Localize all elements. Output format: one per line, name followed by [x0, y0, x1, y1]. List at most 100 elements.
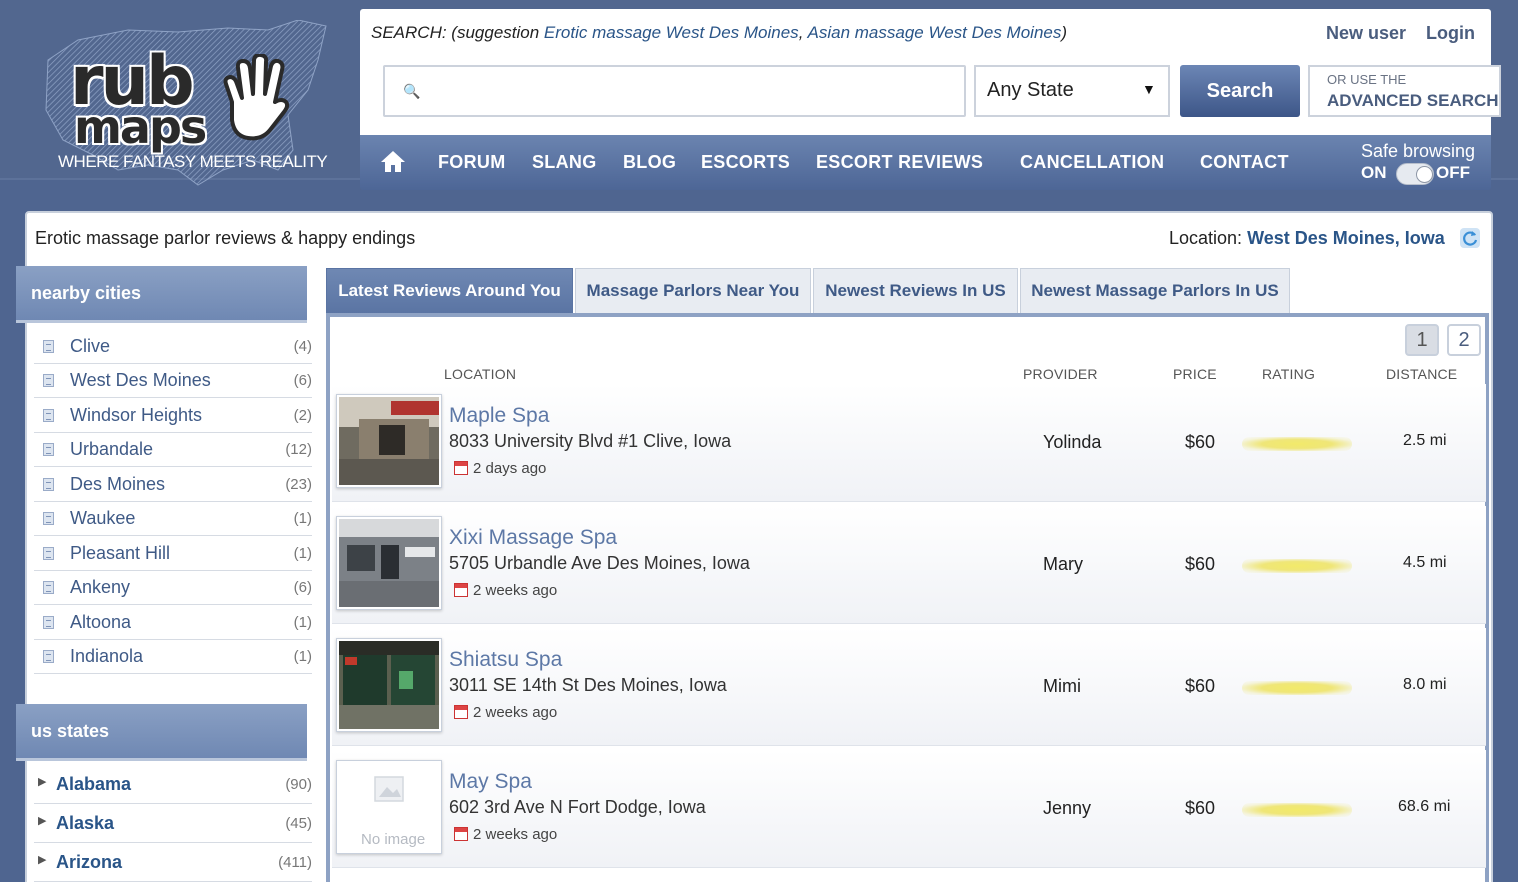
tab-parlors-near-you[interactable]: Massage Parlors Near You: [575, 268, 811, 314]
state-item[interactable]: ▶ Alabama (90): [34, 766, 312, 804]
city-name[interactable]: Pleasant Hill: [70, 543, 170, 564]
parlor-name-link[interactable]: Maple Spa: [449, 404, 549, 428]
city-name[interactable]: Altoona: [70, 612, 131, 633]
safe-browsing-toggle[interactable]: [1396, 163, 1434, 185]
city-item[interactable]: Indianola (1): [34, 640, 312, 674]
city-name[interactable]: West Des Moines: [70, 370, 211, 391]
review-date: 2 days ago: [473, 460, 547, 477]
city-count: (2): [293, 407, 312, 424]
page-button[interactable]: 2: [1447, 324, 1481, 356]
table-row[interactable]: No image May Spa 602 3rd Ave N Fort Dodg…: [332, 750, 1486, 868]
list-bullet-icon: [43, 581, 54, 594]
nav-blog[interactable]: BLOG: [623, 152, 676, 173]
tab-newest-parlors-us[interactable]: Newest Massage Parlors In US: [1020, 268, 1290, 314]
city-item[interactable]: Clive (4): [34, 330, 312, 364]
parlor-name-link[interactable]: Xixi Massage Spa: [449, 526, 617, 550]
advanced-search-link[interactable]: OR USE THE ADVANCED SEARCH: [1308, 65, 1501, 117]
nav-forum[interactable]: FORUM: [438, 152, 506, 173]
rating-bar: [1242, 803, 1352, 817]
distance: 4.5 mi: [1403, 554, 1447, 571]
nav-contact[interactable]: CONTACT: [1200, 152, 1289, 173]
price: $60: [1185, 676, 1216, 696]
city-count: (1): [293, 648, 312, 665]
parlor-thumbnail[interactable]: [336, 394, 442, 488]
column-rating: RATING: [1262, 366, 1316, 382]
parlor-name-link[interactable]: Shiatsu Spa: [449, 648, 562, 672]
new-user-link[interactable]: New user: [1326, 23, 1406, 44]
state-select[interactable]: Any State ▼: [974, 65, 1170, 117]
safe-browsing-on: ON: [1361, 163, 1387, 182]
suggestion-link-1[interactable]: Erotic massage West Des Moines: [544, 23, 799, 42]
main-nav: FORUM SLANG BLOG ESCORTS ESCORT REVIEWS …: [360, 135, 1491, 190]
city-item[interactable]: Des Moines (23): [34, 468, 312, 502]
city-item[interactable]: Ankeny (6): [34, 571, 312, 605]
list-bullet-icon: [43, 443, 54, 456]
calendar-icon: [454, 827, 468, 841]
expand-arrow-icon[interactable]: ▶: [38, 814, 46, 827]
state-name[interactable]: Alabama: [56, 774, 131, 795]
parlor-thumbnail[interactable]: [336, 516, 442, 610]
location-display: Location: West Des Moines, Iowa: [1169, 228, 1445, 249]
distance: 2.5 mi: [1403, 432, 1447, 449]
tab-newest-reviews-us[interactable]: Newest Reviews In US: [813, 268, 1018, 314]
page-title: Erotic massage parlor reviews & happy en…: [35, 228, 416, 248]
parlor-name-link[interactable]: May Spa: [449, 770, 532, 794]
rating-bar: [1242, 681, 1352, 695]
nav-escorts[interactable]: ESCORTS: [701, 152, 790, 173]
city-name[interactable]: Des Moines: [70, 474, 165, 495]
search-button[interactable]: Search: [1180, 65, 1300, 117]
city-item[interactable]: Altoona (1): [34, 606, 312, 640]
city-count: (6): [293, 372, 312, 389]
city-name[interactable]: Clive: [70, 336, 110, 357]
storefront-photo-icon: [339, 519, 439, 607]
state-item[interactable]: ▶ Arizona (411): [34, 844, 312, 882]
storefront-photo-icon: [339, 641, 439, 729]
city-name[interactable]: Windsor Heights: [70, 405, 202, 426]
list-bullet-icon: [43, 478, 54, 491]
city-count: (12): [285, 441, 312, 458]
refresh-location-icon[interactable]: [1459, 227, 1481, 249]
city-item[interactable]: Urbandale (12): [34, 433, 312, 467]
table-row[interactable]: Shiatsu Spa 3011 SE 14th St Des Moines, …: [332, 628, 1486, 746]
site-logo[interactable]: rub maps WHERE FANTASY MEETS REALITY: [38, 20, 328, 200]
city-name[interactable]: Indianola: [70, 646, 143, 667]
tab-latest-reviews[interactable]: Latest Reviews Around You: [326, 268, 573, 314]
city-count: (1): [293, 510, 312, 527]
table-row[interactable]: Maple Spa 8033 University Blvd #1 Clive,…: [332, 384, 1486, 502]
expand-arrow-icon[interactable]: ▶: [38, 775, 46, 788]
state-item[interactable]: ▶ Alaska (45): [34, 805, 312, 843]
suggestion-link-2[interactable]: Asian massage West Des Moines: [808, 23, 1062, 42]
provider-name: Mary: [1043, 554, 1083, 574]
state-name[interactable]: Alaska: [56, 813, 114, 834]
city-item[interactable]: Windsor Heights (2): [34, 399, 312, 433]
city-name[interactable]: Waukee: [70, 508, 135, 529]
city-name[interactable]: Ankeny: [70, 577, 130, 598]
price: $60: [1185, 554, 1216, 574]
list-bullet-icon: [43, 650, 54, 663]
list-bullet-icon: [43, 616, 54, 629]
parlor-thumbnail[interactable]: [336, 638, 442, 732]
nav-slang[interactable]: SLANG: [532, 152, 597, 173]
nav-cancellation[interactable]: CANCELLATION: [1020, 152, 1164, 173]
parlor-thumbnail[interactable]: No image: [336, 760, 442, 854]
nav-escort-reviews[interactable]: ESCORT REVIEWS: [816, 152, 983, 173]
location-value[interactable]: West Des Moines, Iowa: [1247, 228, 1445, 248]
price: $60: [1185, 432, 1216, 452]
expand-arrow-icon[interactable]: ▶: [38, 853, 46, 866]
city-name[interactable]: Urbandale: [70, 439, 153, 460]
state-count: (90): [285, 776, 312, 793]
search-box[interactable]: 🔍: [383, 65, 966, 117]
page-button-current[interactable]: 1: [1405, 324, 1439, 356]
price: $60: [1185, 798, 1216, 818]
table-row[interactable]: Xixi Massage Spa 5705 Urbandle Ave Des M…: [332, 506, 1486, 624]
state-name[interactable]: Arizona: [56, 852, 122, 873]
city-item[interactable]: West Des Moines (6): [34, 364, 312, 398]
home-icon[interactable]: [380, 149, 406, 173]
city-item[interactable]: Waukee (1): [34, 502, 312, 536]
login-link[interactable]: Login: [1426, 23, 1475, 44]
suggestion-prefix: SEARCH: (suggestion: [371, 23, 544, 42]
city-item[interactable]: Pleasant Hill (1): [34, 537, 312, 571]
safe-browsing-off: OFF: [1436, 163, 1470, 182]
no-image-label: No image: [361, 831, 426, 848]
search-input[interactable]: [429, 77, 949, 105]
